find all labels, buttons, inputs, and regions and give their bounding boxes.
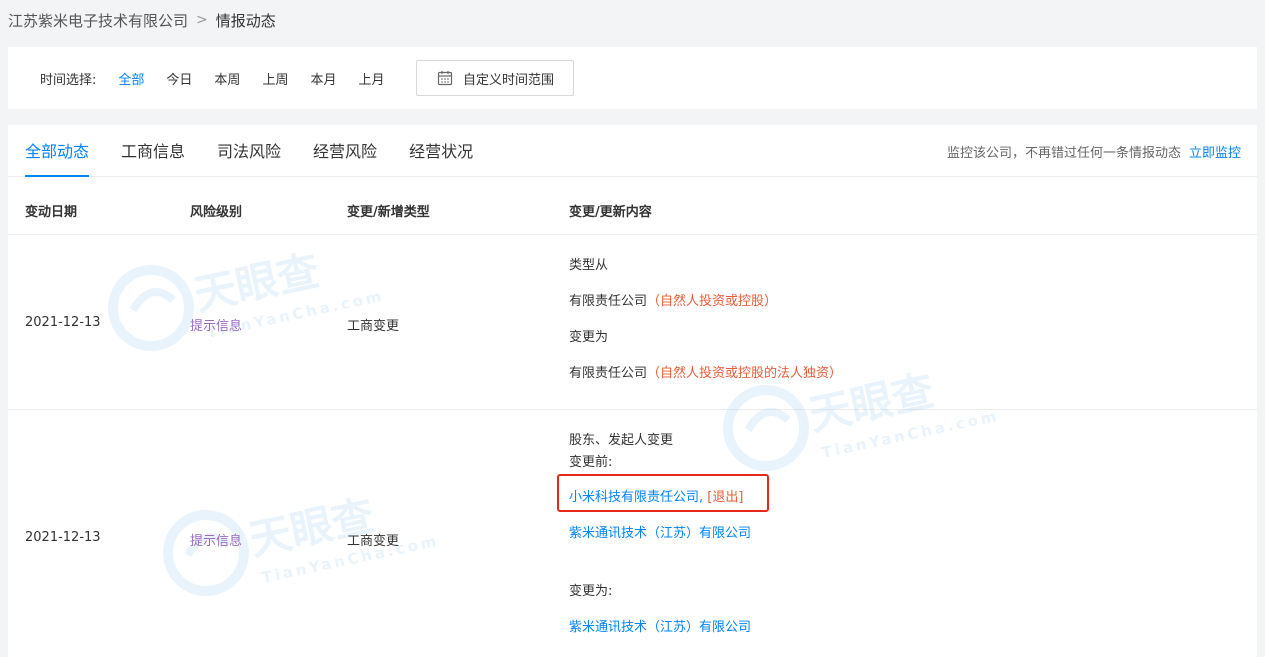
header-change-type: 变更/新增类型	[347, 205, 430, 220]
content-title: 股东、发起人变更	[569, 433, 674, 448]
exit-tag: [退出]	[703, 490, 744, 505]
calendar-icon	[437, 71, 453, 86]
header-change-date: 变动日期	[25, 205, 78, 220]
shareholder-link[interactable]: 紫米通讯技术（江苏）有限公司	[569, 522, 751, 541]
before-label: 变更前:	[569, 455, 613, 470]
tab-operating-risk[interactable]: 经营风险	[313, 138, 377, 176]
time-filter-label: 时间选择:	[40, 72, 97, 88]
row-date: 2021-12-13	[25, 530, 101, 545]
risk-badge: 提示信息	[190, 319, 243, 334]
company-type-note: （自然人投资或控股）	[647, 294, 778, 309]
tab-operating-status[interactable]: 经营状况	[409, 138, 473, 176]
company-type-change: 的法人独资	[764, 366, 830, 381]
shareholder-entry: 小米科技有限责任公司, [退出]	[569, 486, 743, 505]
row-type: 工商变更	[347, 534, 400, 549]
monitor-text: 监控该公司，不再错过任何一条情报动态	[946, 146, 1181, 161]
content-line: 有限责任公司（自然人投资或控股的法人独资）	[569, 362, 842, 381]
table-header: 变动日期 风险级别 变更/新增类型 变更/更新内容	[8, 177, 1257, 235]
tab-all-news[interactable]: 全部动态	[25, 138, 90, 177]
breadcrumb: 江苏紫米电子技术有限公司 > 情报动态	[8, 8, 276, 32]
company-type-text: 有限责任公司	[569, 366, 648, 381]
company-type-text: 有限责任公司	[569, 294, 648, 309]
monitor-prompt: 监控该公司，不再错过任何一条情报动态 立即监控	[947, 142, 1241, 161]
header-risk-level: 风险级别	[190, 205, 243, 220]
table-row: 天眼查 TianYanCha.com 2021-12-13 提示信息 工商变更 …	[8, 235, 1257, 410]
header-change-content: 变更/更新内容	[569, 205, 652, 220]
shareholder-link[interactable]: 小米科技有限责任公司,	[569, 490, 703, 505]
tab-bar: 全部动态 工商信息 司法风险 经营风险 经营状况 监控该公司，不再错过任何一条情…	[8, 125, 1257, 177]
risk-badge: 提示信息	[190, 534, 243, 549]
company-type-note: （自然人投资或控股	[647, 366, 765, 381]
shareholder-link[interactable]: 紫米通讯技术（江苏）有限公司	[569, 616, 751, 635]
breadcrumb-company[interactable]: 江苏紫米电子技术有限公司	[8, 10, 188, 31]
time-option-last-week[interactable]: 上周	[262, 69, 288, 88]
content-line: 变更为	[569, 330, 609, 345]
news-panel: 全部动态 工商信息 司法风险 经营风险 经营状况 监控该公司，不再错过任何一条情…	[8, 125, 1257, 657]
row-date: 2021-12-13	[25, 315, 101, 330]
time-filter-bar: 时间选择: 全部 今日 本周 上周 本月 上月 自定义时间范围	[8, 47, 1257, 109]
after-label: 变更为:	[569, 584, 613, 599]
row-content: 类型从 有限责任公司（自然人投资或控股） 变更为 有限责任公司（自然人投资或控股…	[569, 235, 1229, 410]
time-option-last-month[interactable]: 上月	[358, 69, 384, 88]
watermark-brand: 天眼查	[190, 250, 323, 320]
time-option-this-month[interactable]: 本月	[310, 69, 336, 88]
custom-time-range-button[interactable]: 自定义时间范围	[416, 60, 575, 96]
chevron-right-icon: >	[196, 12, 208, 28]
monitor-now-link[interactable]: 立即监控	[1189, 146, 1241, 161]
row-content: 股东、发起人变更 变更前: 小米科技有限责任公司, [退出] 紫米通讯技术（江苏…	[569, 410, 1229, 657]
company-type-note-close: ）	[829, 366, 843, 381]
breadcrumb-current: 情报动态	[215, 11, 276, 30]
content-line: 有限责任公司（自然人投资或控股）	[569, 290, 777, 309]
tab-business-info[interactable]: 工商信息	[121, 138, 185, 176]
watermark-logo-icon: 天眼查 TianYanCha.com	[163, 495, 441, 596]
row-type: 工商变更	[347, 319, 400, 334]
time-option-all[interactable]: 全部	[118, 69, 144, 88]
table-row: 天眼查 TianYanCha.com 天眼查 TianYanCha.com 20…	[8, 370, 1257, 657]
custom-time-range-label: 自定义时间范围	[462, 72, 554, 88]
watermark-logo-icon: 天眼查 TianYanCha.com	[108, 250, 386, 351]
time-option-this-week[interactable]: 本周	[214, 69, 240, 88]
content-line: 类型从	[569, 258, 609, 273]
time-option-today[interactable]: 今日	[166, 69, 192, 88]
tab-judicial-risk[interactable]: 司法风险	[217, 138, 281, 176]
